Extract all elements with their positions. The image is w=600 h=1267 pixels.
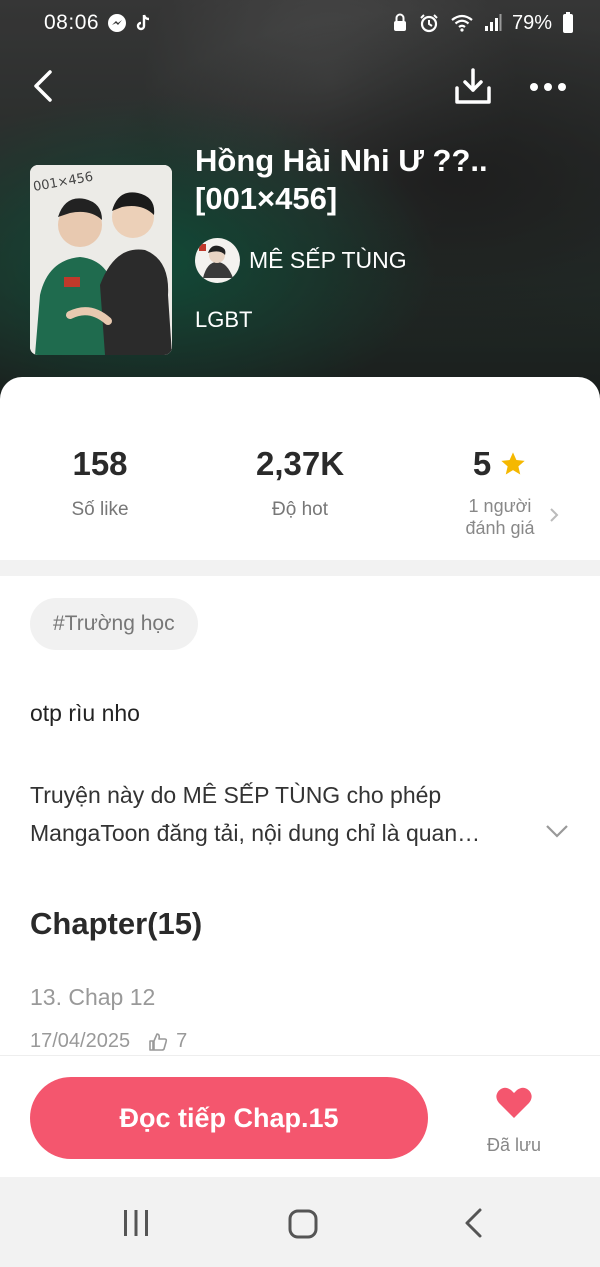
author-name: MÊ SẾP TÙNG	[249, 247, 407, 273]
likes-value: 158	[72, 445, 128, 482]
back-button[interactable]	[26, 66, 66, 106]
book-info: Hồng Hài Nhi Ư ??.. [001×456] MÊ SẾP TÙN…	[195, 142, 575, 333]
description-line1: Truyện này do MÊ SẾP TÙNG cho phép	[30, 782, 442, 808]
stat-hot: 2,37K Độ hot	[200, 445, 400, 521]
section-divider	[0, 560, 600, 576]
battery-icon	[562, 12, 574, 34]
battery-percent: 79%	[511, 11, 552, 34]
messenger-icon	[107, 13, 127, 33]
stats-card: 158 Số like 2,37K Độ hot 5 1 người đánh …	[0, 377, 600, 560]
more-options-button[interactable]	[526, 66, 570, 108]
action-bar: Đọc tiếp Chap.15 Đã lưu	[0, 1055, 600, 1177]
continue-reading-button[interactable]: Đọc tiếp Chap.15	[30, 1077, 428, 1159]
tag-chip[interactable]: #Trường học	[30, 598, 198, 650]
download-icon	[455, 68, 491, 104]
rating-value: 5	[472, 445, 492, 482]
chapter-likes-count: 7	[176, 1030, 188, 1052]
book-title-line2: [001×456]	[195, 181, 338, 216]
recent-apps-icon	[124, 1210, 148, 1236]
recent-apps-button[interactable]	[120, 1207, 152, 1244]
likes-label: Số like	[71, 499, 129, 520]
more-horizontal-icon	[530, 83, 566, 91]
chevron-right-icon	[550, 508, 559, 522]
lock-icon	[392, 13, 408, 33]
genre-label[interactable]: LGBT	[195, 307, 575, 333]
wifi-icon	[450, 13, 474, 33]
system-back-button[interactable]	[462, 1207, 486, 1244]
signal-icon	[484, 13, 502, 33]
author-avatar	[195, 238, 240, 283]
hot-label: Độ hot	[272, 499, 328, 520]
star-icon	[501, 452, 525, 475]
top-navigation	[0, 62, 600, 112]
chevron-left-icon	[34, 70, 52, 102]
stat-likes: 158 Số like	[0, 445, 200, 521]
author-row[interactable]: MÊ SẾP TÙNG	[195, 238, 575, 283]
rating-row: 5	[420, 445, 580, 483]
description-line2: MangaToon đăng tải, nội dung chỉ là quan…	[30, 820, 481, 846]
system-back-icon	[465, 1208, 482, 1238]
saved-button[interactable]: Đã lưu	[476, 1086, 552, 1156]
download-button[interactable]	[452, 66, 494, 108]
book-title: Hồng Hài Nhi Ư ??.. [001×456]	[195, 142, 575, 218]
status-bar: 08:06 79%	[0, 0, 600, 46]
chapter-item-title[interactable]: 13. Chap 12	[30, 984, 155, 1011]
chapter-heading[interactable]: Chapter(15)	[30, 906, 202, 942]
home-icon	[288, 1209, 318, 1239]
thumbs-up-icon	[149, 1032, 168, 1051]
book-cover[interactable]: 001×456	[30, 165, 172, 355]
system-navigation-bar	[0, 1177, 600, 1267]
description-short: otp rìu nho	[30, 700, 140, 726]
chapter-likes: 7	[148, 1030, 187, 1053]
chapter-date: 17/04/2025	[30, 1030, 131, 1052]
cover-illustration: 001×456	[30, 165, 172, 355]
book-title-line1: Hồng Hài Nhi Ư ??..	[195, 143, 488, 178]
hot-value: 2,37K	[255, 445, 345, 482]
heart-icon	[496, 1087, 532, 1118]
home-button[interactable]	[287, 1208, 319, 1245]
tiktok-icon	[135, 13, 153, 33]
stat-rating[interactable]: 5 1 người đánh giá	[420, 445, 580, 539]
description-long[interactable]: Truyện này do MÊ SẾP TÙNG cho phép Manga…	[30, 776, 550, 852]
saved-label: Đã lưu	[486, 1135, 542, 1155]
alarm-icon	[418, 13, 440, 33]
chapter-item-meta: 17/04/2025 7	[30, 1030, 187, 1053]
status-time: 08:06	[44, 11, 100, 34]
chevron-down-icon[interactable]	[544, 822, 570, 840]
rating-count-label: 1 người đánh giá	[420, 495, 580, 539]
